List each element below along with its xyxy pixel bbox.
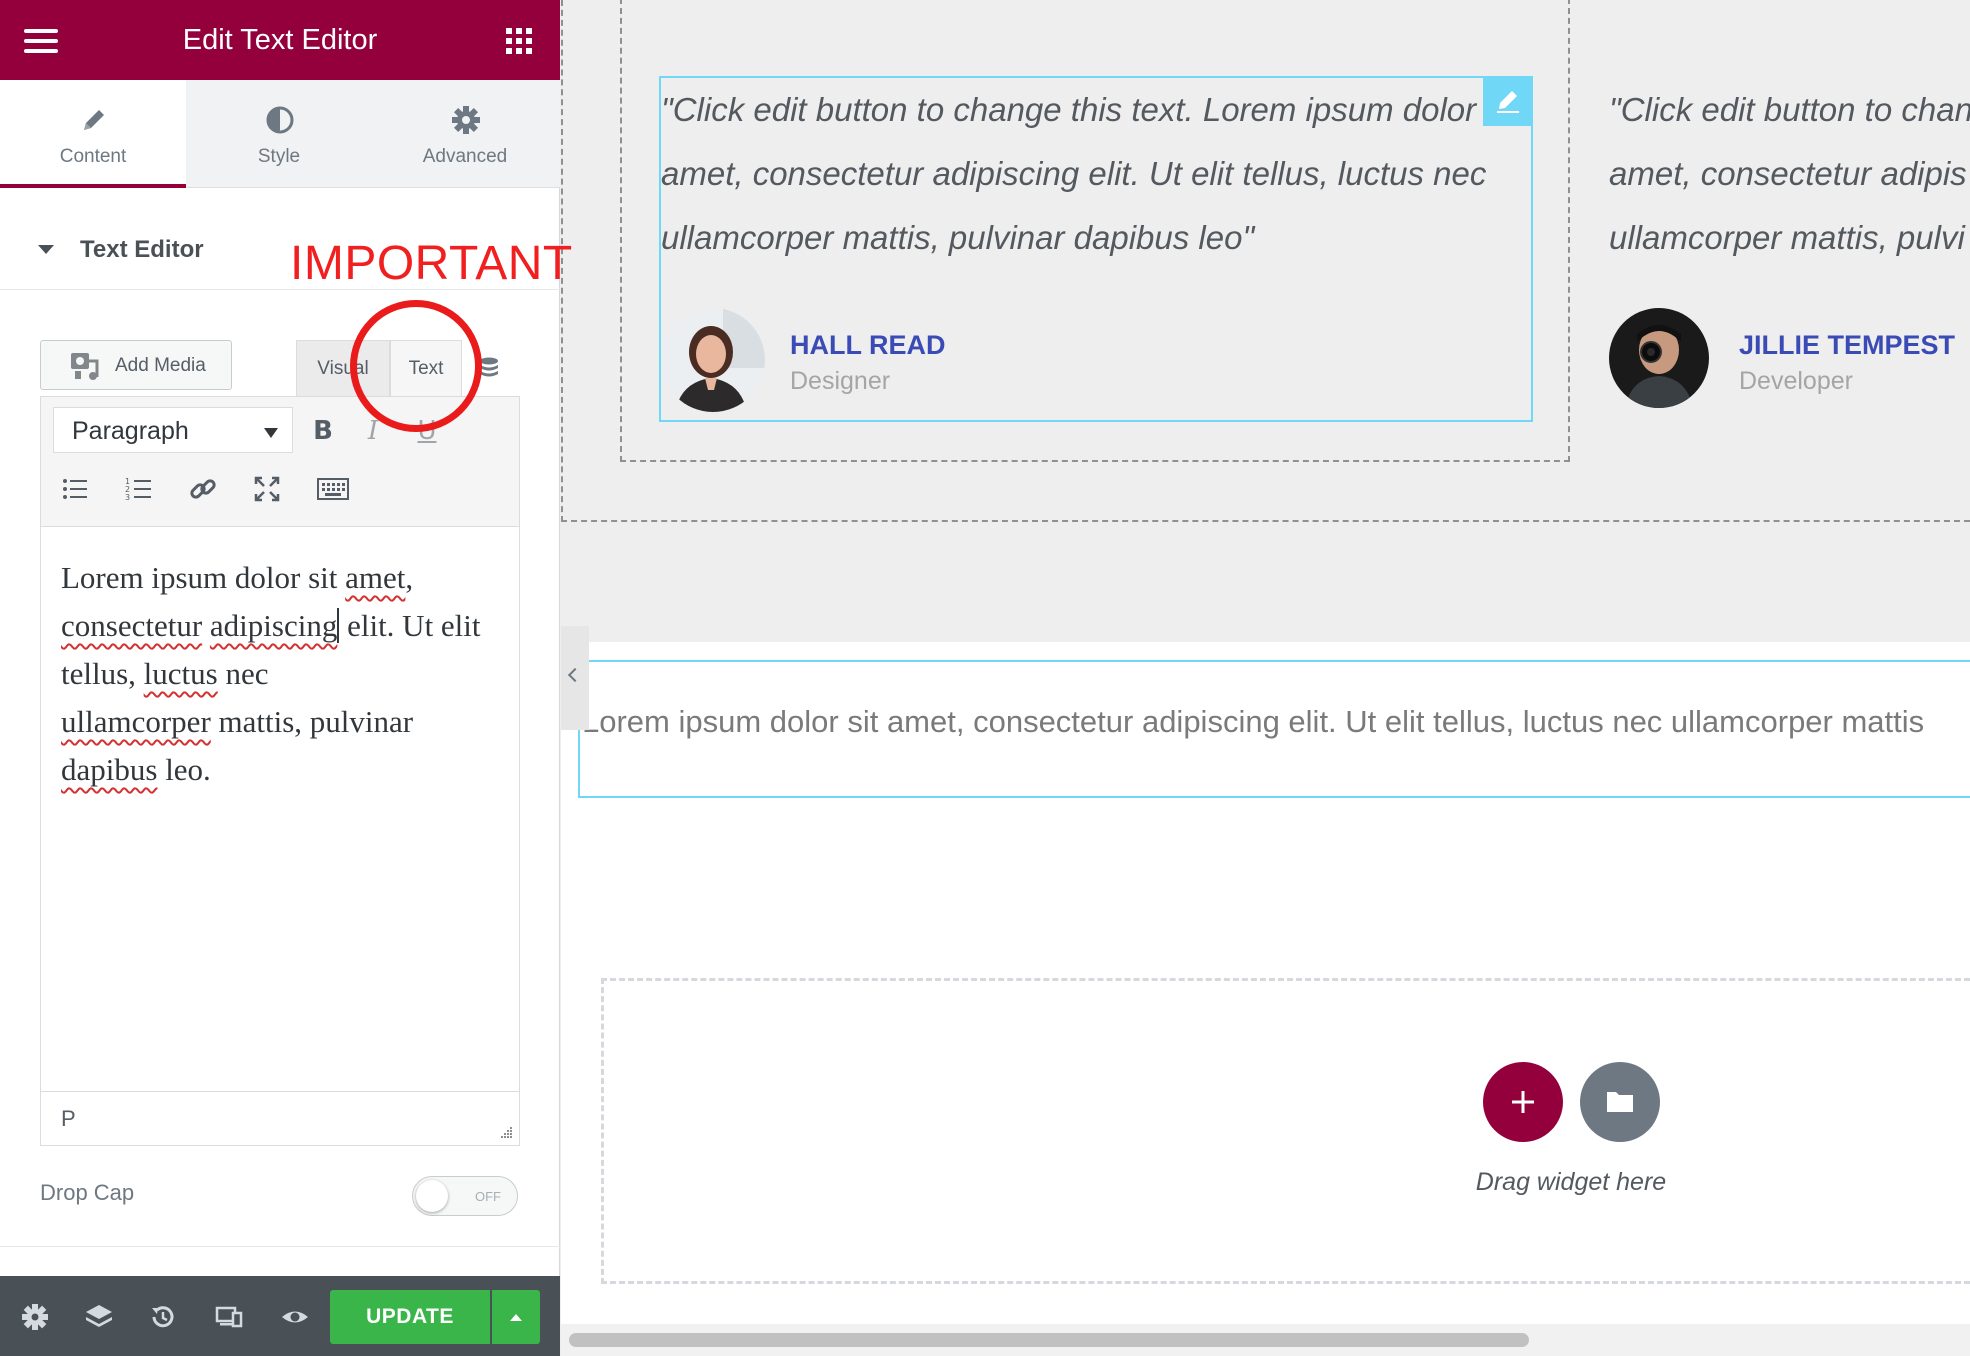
testimonial-quote-line: amet, consectetur adipis <box>1609 155 1967 192</box>
editor-statusbar: P <box>41 1091 519 1145</box>
add-new-section-button[interactable] <box>1483 1062 1563 1142</box>
avatar <box>661 308 765 412</box>
link-icon <box>190 479 216 499</box>
svg-text:3: 3 <box>125 493 130 502</box>
bullet-list-button[interactable] <box>55 469 95 509</box>
update-options-button[interactable] <box>492 1290 540 1344</box>
history-icon[interactable] <box>148 1302 178 1332</box>
chevron-down-icon <box>264 428 278 438</box>
pencil-icon <box>84 110 104 130</box>
testimonial-quote-line: ullamcorper mattis, pulvinar dapibus leo… <box>661 219 1255 256</box>
drop-cap-label: Drop Cap <box>40 1180 135 1205</box>
testimonial-role: Developer <box>1739 367 1853 395</box>
edit-widget-button[interactable] <box>1483 76 1533 126</box>
caret-up-icon <box>510 1314 522 1321</box>
testimonial-quote-line: "Click edit button to chan <box>1609 91 1970 128</box>
empty-section-drop-zone[interactable] <box>601 978 1970 1284</box>
annotation-important: IMPORTANT <box>290 237 573 290</box>
tab-style-label: Style <box>257 146 301 167</box>
bold-button[interactable]: B <box>303 411 343 451</box>
panel-tabs: Content Style Advanced <box>0 80 560 188</box>
resize-grip-icon[interactable] <box>499 1125 513 1139</box>
numbered-list-button[interactable]: 123 <box>119 469 159 509</box>
avatar-photo-woman <box>661 308 765 412</box>
avatar-photo-man <box>1609 308 1709 408</box>
content-segment <box>202 608 210 643</box>
tab-content-label: Content <box>59 146 127 167</box>
update-button[interactable]: UPDATE <box>330 1290 490 1344</box>
text-editor-widget[interactable]: Lorem ipsum dolor sit amet, consectetur … <box>578 660 1970 798</box>
tab-advanced-label: Advanced <box>422 146 508 167</box>
testimonial-name: JILLIE TEMPEST <box>1739 330 1956 360</box>
testimonial-quote-line: amet, consectetur adipiscing elit. Ut el… <box>661 155 1487 192</box>
settings-gear-icon[interactable] <box>20 1302 50 1332</box>
caret-down-icon <box>38 245 54 254</box>
drop-cap-switch[interactable]: OFF <box>412 1176 518 1216</box>
section-title: Text Editor <box>80 236 204 263</box>
add-media-label: Add Media <box>115 355 206 376</box>
content-misspelled-word: ullamcorper <box>61 704 211 739</box>
horizontal-scrollbar[interactable] <box>561 1324 1970 1356</box>
fullscreen-icon <box>254 476 280 502</box>
avatar <box>1609 308 1709 408</box>
keyboard-icon <box>317 478 349 500</box>
collapse-panel-button[interactable] <box>561 626 589 730</box>
text-widget-content: Lorem ipsum dolor sit amet, consectetur … <box>582 704 1925 739</box>
preview-eye-icon[interactable] <box>280 1302 310 1332</box>
content-misspelled-word: dapibus <box>61 752 158 787</box>
folder-icon <box>1607 1092 1633 1112</box>
switch-state-label: OFF <box>475 1189 501 1204</box>
content-segment: , <box>405 560 414 595</box>
pencil-icon <box>1497 91 1519 113</box>
content-segment: leo. <box>157 752 211 787</box>
element-path[interactable]: P <box>61 1106 76 1132</box>
toolbar-toggle-button[interactable] <box>311 469 351 509</box>
editor-content-area[interactable]: Lorem ipsum dolor sit amet, consectetur a… <box>41 528 519 1088</box>
half-circle-icon <box>266 106 294 134</box>
wysiwyg-editor: Paragraph B I U 123 Lorem ipsum dolor si… <box>40 396 520 1146</box>
scrollbar-thumb[interactable] <box>569 1333 1529 1347</box>
panel-footer: UPDATE <box>0 1276 560 1356</box>
numbered-list-icon: 123 <box>125 477 151 502</box>
content-misspelled-word: adipiscing <box>209 608 340 643</box>
content-misspelled-word: consectetur <box>61 608 203 643</box>
panel-title: Edit Text Editor <box>182 24 378 56</box>
drag-widget-label: Drag widget here <box>1475 1168 1667 1196</box>
divider <box>0 1246 560 1247</box>
widgets-grid-icon[interactable] <box>506 28 532 54</box>
responsive-mode-icon[interactable] <box>214 1302 244 1332</box>
content-segment: nec <box>217 656 269 691</box>
content-segment: mattis, pulvinar <box>210 704 414 739</box>
media-icon <box>71 353 99 380</box>
testimonial-role: Designer <box>790 367 891 395</box>
tab-style[interactable]: Style <box>186 80 372 188</box>
add-media-button[interactable]: Add Media <box>40 340 232 390</box>
testimonial-quote-line: ullamcorper mattis, pulvi <box>1609 219 1965 256</box>
format-select[interactable]: Paragraph <box>53 407 293 453</box>
tab-advanced[interactable]: Advanced <box>372 80 558 188</box>
fullscreen-button[interactable] <box>247 469 287 509</box>
annotation-circle <box>350 300 482 432</box>
add-template-button[interactable] <box>1580 1062 1660 1142</box>
switch-knob <box>416 1180 448 1212</box>
testimonial-quote-line: "Click edit button to change this text. … <box>661 91 1477 128</box>
insert-link-button[interactable] <box>183 469 223 509</box>
plus-icon <box>1512 1091 1534 1113</box>
format-select-value: Paragraph <box>72 417 189 445</box>
testimonial-name: HALL READ <box>790 330 946 360</box>
gear-icon <box>452 106 480 134</box>
layers-icon[interactable] <box>84 1302 114 1332</box>
content-misspelled-word: luctus <box>143 656 218 691</box>
editor-panel: Edit Text Editor Content Style Advanced … <box>0 0 572 1356</box>
bullet-list-icon <box>63 479 87 499</box>
content-segment: Lorem ipsum dolor sit <box>61 560 346 595</box>
hamburger-menu-icon[interactable] <box>24 29 58 53</box>
tab-content[interactable]: Content <box>0 80 186 188</box>
chevron-left-icon <box>567 667 583 683</box>
preview-canvas: "Click edit button to change this text. … <box>561 0 1970 1356</box>
panel-header: Edit Text Editor <box>0 0 560 80</box>
content-misspelled-word: amet <box>345 560 406 595</box>
